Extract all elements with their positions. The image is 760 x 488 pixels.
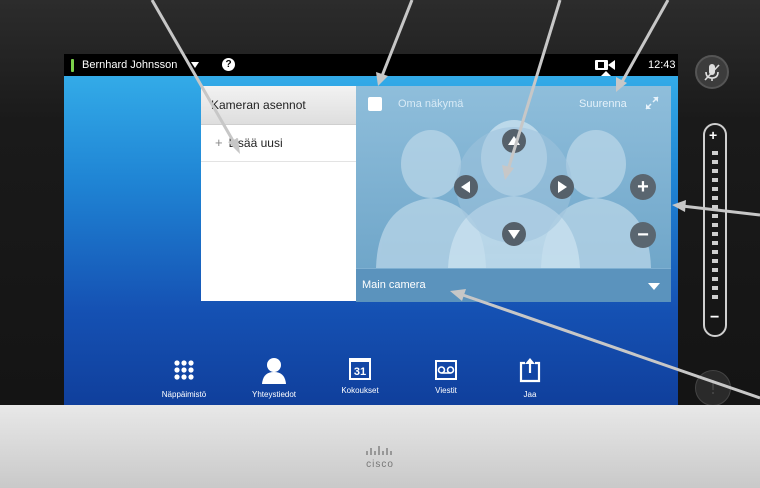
device-bezel-bottom: cisco bbox=[0, 405, 760, 488]
cisco-logo: cisco bbox=[345, 446, 415, 470]
device-frame: Bernhard Johnsson ? 12:43 Kameran asenno… bbox=[0, 0, 760, 421]
cisco-wordmark: cisco bbox=[366, 459, 394, 470]
cisco-bars-icon bbox=[366, 446, 392, 455]
